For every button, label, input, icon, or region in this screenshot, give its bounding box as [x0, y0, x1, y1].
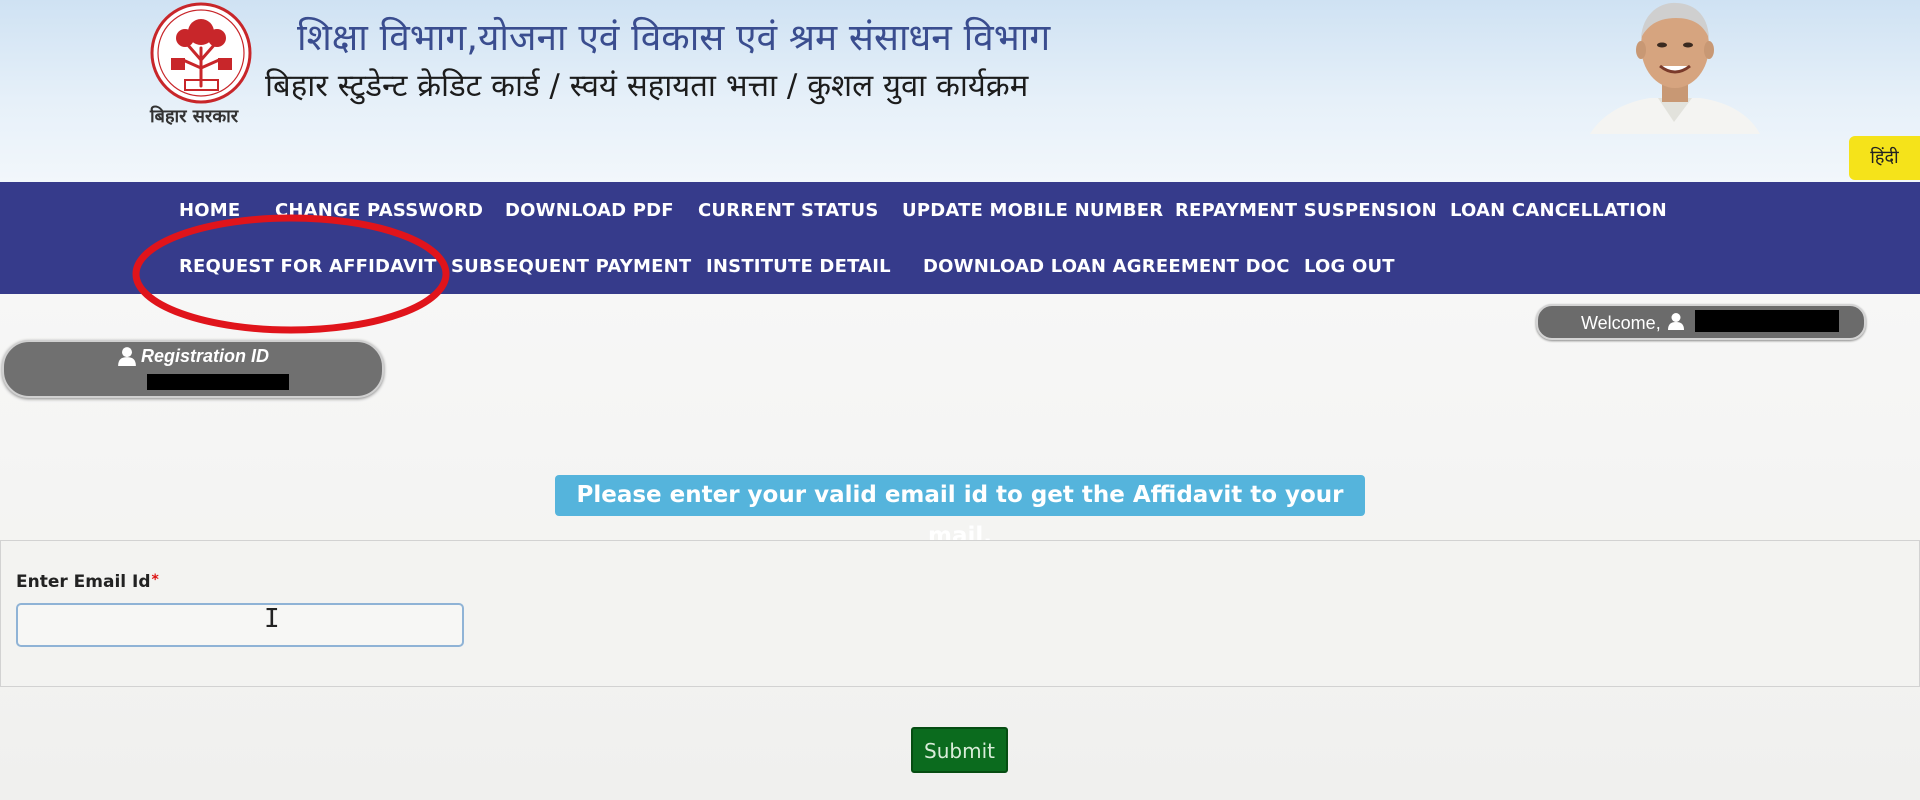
nav-request-for-affidavit[interactable]: REQUEST FOR AFFIDAVIT	[179, 256, 437, 277]
registration-id-label: Registration ID	[141, 346, 270, 366]
affidavit-notice: Please enter your valid email id to get …	[555, 475, 1365, 549]
bihar-government-emblem	[150, 2, 252, 104]
logo-caption: बिहार सरकार	[150, 106, 239, 127]
user-icon	[1668, 313, 1684, 330]
nav-change-password[interactable]: CHANGE PASSWORD	[275, 200, 483, 221]
scheme-subtitle: बिहार स्टुडेन्ट क्रेडिट कार्ड / स्वयं सह…	[265, 68, 1029, 104]
redacted-registration-id	[147, 374, 289, 390]
main-navigation: HOME CHANGE PASSWORD DOWNLOAD PDF CURREN…	[0, 182, 1920, 294]
text-cursor-icon: I	[264, 604, 280, 634]
email-label: Enter Email Id*	[16, 572, 159, 592]
department-title: शिक्षा विभाग,योजना एवं विकास एवं श्रम सं…	[297, 16, 1051, 59]
nav-download-pdf[interactable]: DOWNLOAD PDF	[505, 200, 674, 221]
required-marker: *	[151, 572, 159, 588]
nav-home[interactable]: HOME	[179, 200, 240, 221]
redacted-username	[1695, 310, 1839, 332]
nav-download-loan-agreement-doc[interactable]: DOWNLOAD LOAN AGREEMENT DOC	[923, 256, 1290, 277]
email-input[interactable]	[16, 603, 464, 647]
chief-minister-photo	[1590, 2, 1760, 134]
registration-id-badge: Registration ID	[2, 340, 384, 398]
email-label-text: Enter Email Id	[16, 572, 151, 592]
site-header: बिहार सरकार शिक्षा विभाग,योजना एवं विकास…	[0, 0, 1920, 182]
nav-institute-detail[interactable]: INSTITUTE DETAIL	[706, 256, 891, 277]
nav-update-mobile-number[interactable]: UPDATE MOBILE NUMBER	[902, 200, 1163, 221]
nav-loan-cancellation[interactable]: LOAN CANCELLATION	[1450, 200, 1667, 221]
nav-log-out[interactable]: LOG OUT	[1304, 256, 1395, 277]
hindi-language-button[interactable]: हिंदी	[1849, 136, 1920, 180]
nav-current-status[interactable]: CURRENT STATUS	[698, 200, 879, 221]
nav-repayment-suspension[interactable]: REPAYMENT SUSPENSION	[1175, 200, 1437, 221]
submit-button[interactable]: Submit	[911, 727, 1008, 773]
welcome-label: Welcome,	[1581, 313, 1661, 333]
welcome-badge: Welcome,	[1536, 304, 1866, 340]
nav-subsequent-payment[interactable]: SUBSEQUENT PAYMENT	[451, 256, 691, 277]
affidavit-form: Enter Email Id*	[0, 540, 1920, 687]
user-icon	[118, 347, 136, 366]
